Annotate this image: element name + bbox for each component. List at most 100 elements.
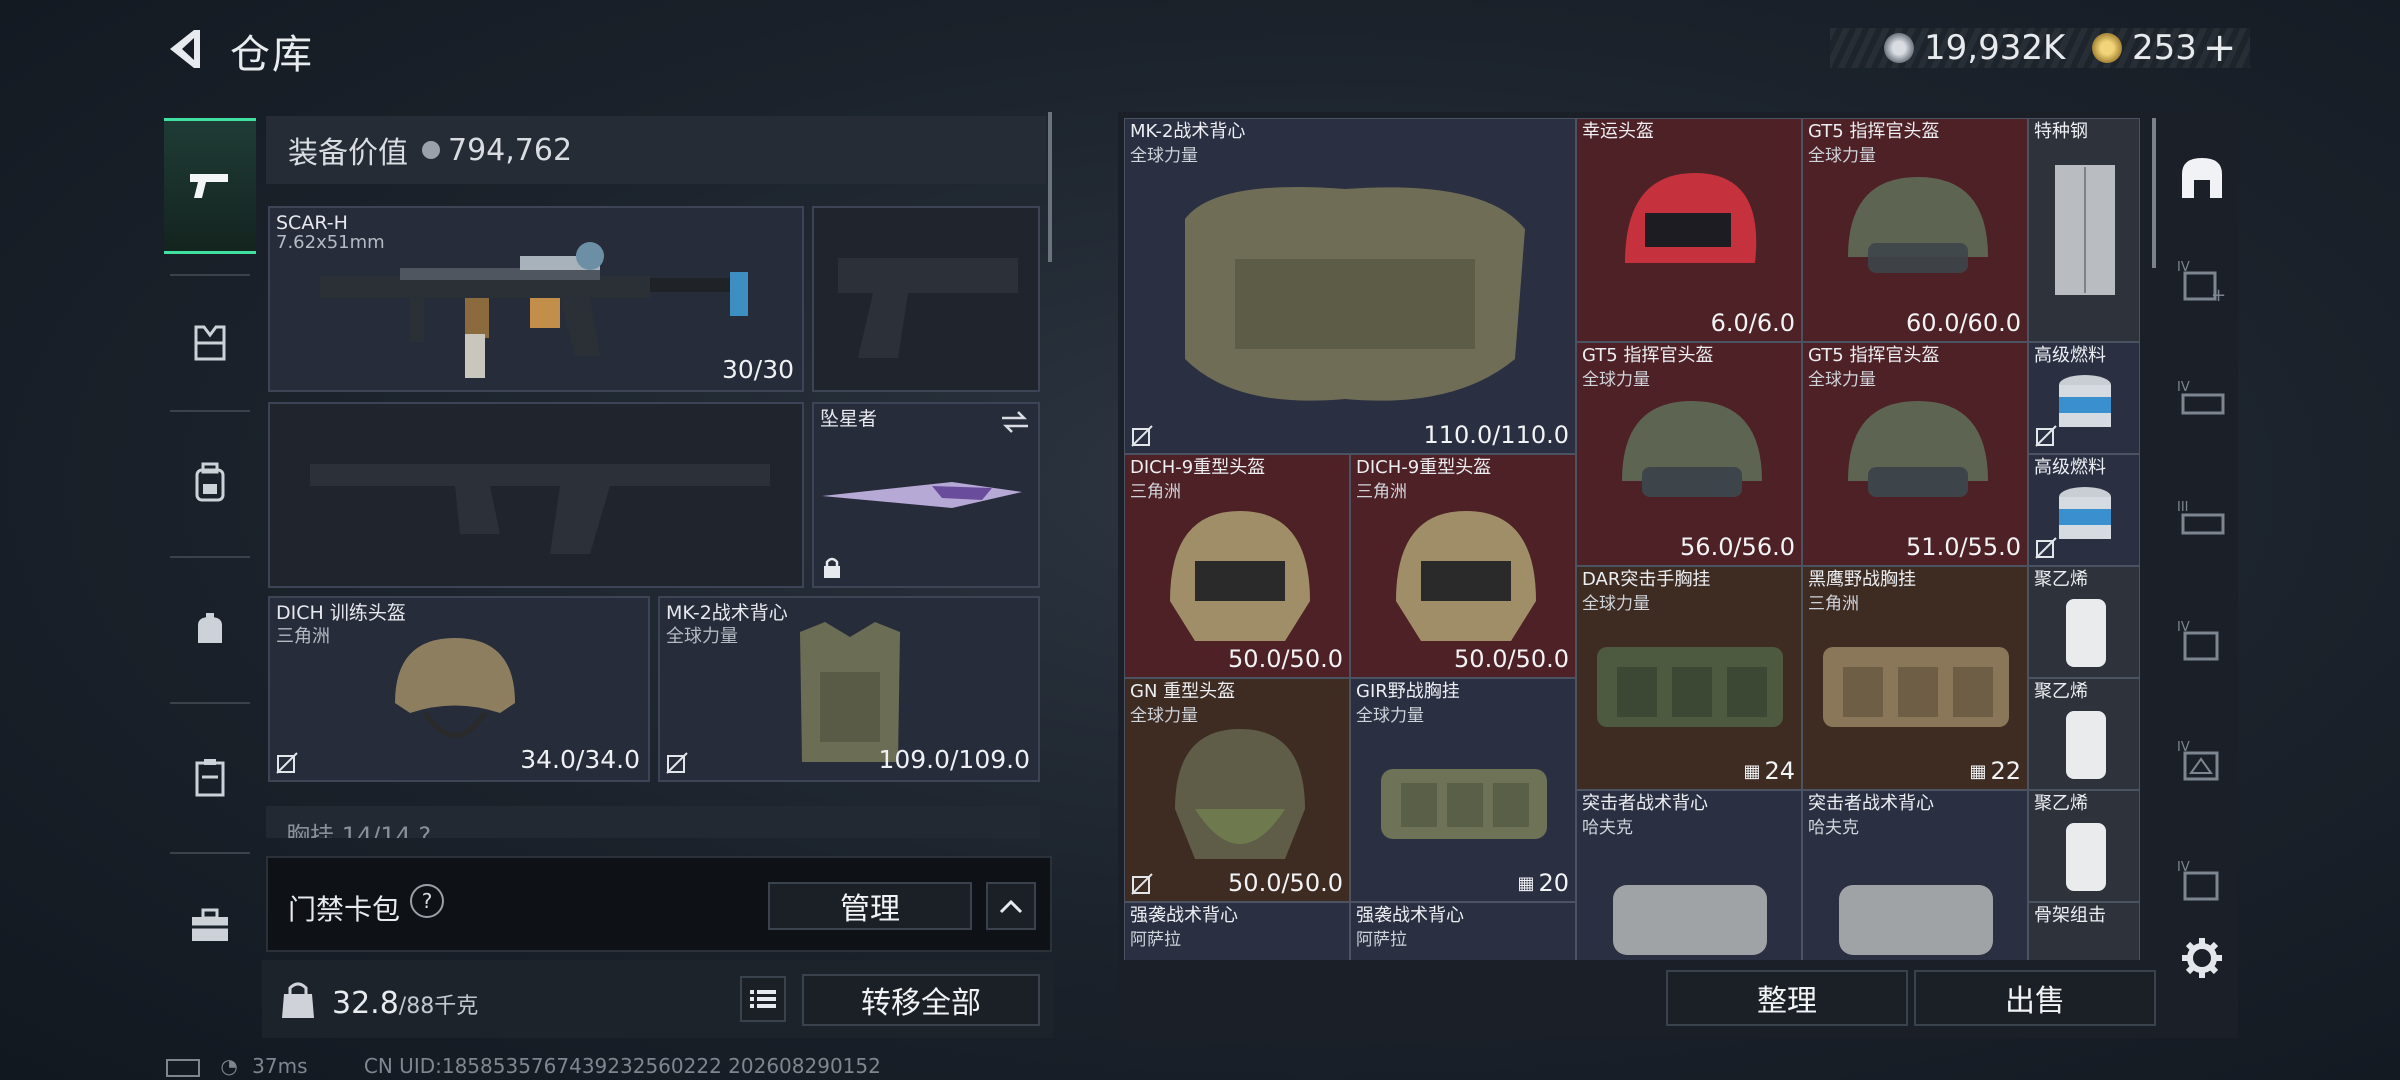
stash-item[interactable]: 强袭战术背心 阿萨拉 xyxy=(1350,902,1576,960)
slot-secondary-weapon-empty[interactable] xyxy=(268,402,804,588)
stash-item[interactable]: GT5 指挥官头盔 全球力量 51.0/55.0 xyxy=(1802,342,2028,566)
nav-backpack[interactable] xyxy=(164,418,256,548)
weight-bag-icon xyxy=(282,982,314,1018)
stash-item[interactable]: DAR突击手胸挂 全球力量 ▦ 24 xyxy=(1576,566,1802,790)
bag-icon xyxy=(198,613,222,643)
stash-item[interactable]: MK-2战术背心 全球力量 110.0/110.0 xyxy=(1124,118,1576,454)
lock-icon xyxy=(824,557,840,578)
currency-gold: 253 + xyxy=(2092,25,2237,71)
manage-button[interactable]: 管理 xyxy=(768,882,972,930)
item-durability: 60.0/60.0 xyxy=(1906,309,2021,337)
stash-page-7[interactable]: IV xyxy=(2166,830,2238,930)
case-icon xyxy=(195,759,225,797)
slot-melee[interactable]: 坠星者 xyxy=(812,402,1040,588)
stash-item[interactable]: 突击者战术背心 哈夫克 xyxy=(1802,790,2028,960)
collapse-button[interactable] xyxy=(986,882,1036,930)
category-nav xyxy=(164,108,256,1008)
tactical-vest-image xyxy=(1613,885,1767,955)
slot-primary-weapon[interactable]: SCAR-H 7.62x51mm 30/30 xyxy=(268,206,804,392)
no-drop-icon xyxy=(666,752,688,774)
chest-rig-image xyxy=(1597,647,1783,727)
item-durability: 50.0/50.0 xyxy=(1228,645,1343,673)
nav-armor[interactable] xyxy=(164,278,256,408)
equipment-value: 装备价值 794,762 xyxy=(266,116,1046,184)
gate-card-label: 门禁卡包 xyxy=(288,893,401,926)
stash-item[interactable]: DICH-9重型头盔 三角洲 50.0/50.0 xyxy=(1124,454,1350,678)
wifi-icon: ◔ xyxy=(220,1054,238,1078)
stash-item[interactable]: GT5 指挥官头盔 全球力量 56.0/56.0 xyxy=(1576,342,1802,566)
item-name: MK-2战术背心 xyxy=(1130,121,1246,142)
stash-item[interactable]: GN 重型头盔 全球力量 50.0/50.0 xyxy=(1124,678,1350,902)
item-durability: 56.0/56.0 xyxy=(1680,533,1795,561)
sort-button[interactable]: 整理 xyxy=(1666,970,1908,1026)
item-durability: 51.0/55.0 xyxy=(1906,533,2021,561)
nav-weapons[interactable] xyxy=(164,118,256,254)
slot-pistol-empty[interactable] xyxy=(812,206,1040,392)
stash-page-3[interactable]: IV xyxy=(2166,350,2238,450)
stash-item[interactable]: 高级燃料 xyxy=(2028,342,2140,454)
sell-button[interactable]: 出售 xyxy=(1914,970,2156,1026)
stash-tab-icon: IV xyxy=(2177,740,2219,781)
nav-toolbox[interactable] xyxy=(164,860,256,990)
transfer-all-button[interactable]: 转移全部 xyxy=(802,974,1040,1026)
backpack-icon xyxy=(195,462,225,502)
stash-item[interactable]: 聚乙烯 xyxy=(2028,790,2140,902)
item-name: 强袭战术背心 xyxy=(1130,905,1238,926)
slot-armor[interactable]: MK-2战术背心 全球力量 109.0/109.0 xyxy=(658,596,1040,782)
chest-rig-header[interactable]: 胸挂 14/14 ? xyxy=(266,806,1040,838)
add-currency-button[interactable]: + xyxy=(2203,25,2237,71)
koen-coin-icon xyxy=(1884,33,1914,63)
stash-tab-icon: IV xyxy=(2177,860,2219,901)
item-faction: 阿萨拉 xyxy=(1356,930,1407,950)
item-faction: 三角洲 xyxy=(1808,594,1859,614)
stash-item[interactable]: DICH-9重型头盔 三角洲 50.0/50.0 xyxy=(1350,454,1576,678)
stash-page-4[interactable]: III xyxy=(2166,470,2238,570)
stash-item[interactable]: 聚乙烯 xyxy=(2028,678,2140,790)
swap-icon[interactable] xyxy=(1000,410,1030,434)
back-arrow-icon[interactable] xyxy=(160,24,210,74)
item-slot-count: ▦ 22 xyxy=(1969,757,2021,785)
helmet-durability: 34.0/34.0 xyxy=(520,745,640,774)
equipment-value-label: 装备价值 xyxy=(288,136,408,171)
item-name: 聚乙烯 xyxy=(2034,569,2088,590)
stash-page-2[interactable]: IV + xyxy=(2166,230,2238,330)
stash-item[interactable]: 黑鹰野战胸挂 三角洲 ▦ 22 xyxy=(1802,566,2028,790)
stash-scrollbar[interactable] xyxy=(2152,118,2156,268)
stash-item[interactable]: GIR野战胸挂 全球力量 ▦ 20 xyxy=(1350,678,1576,902)
stash-item[interactable]: 特种钢 xyxy=(2028,118,2140,342)
helmet-faction: 三角洲 xyxy=(276,626,330,647)
uid-text: CN UID:1858535767439232560222 2026082901… xyxy=(363,1054,881,1078)
stash-item[interactable]: 聚乙烯 xyxy=(2028,566,2140,678)
item-durability: 50.0/50.0 xyxy=(1454,645,1569,673)
stash-item[interactable]: 高级燃料 xyxy=(2028,454,2140,566)
item-name: DICH-9重型头盔 xyxy=(1130,457,1266,478)
chest-rig-image xyxy=(1381,769,1547,839)
stash-home-icon xyxy=(2182,158,2222,198)
no-drop-icon xyxy=(2035,537,2057,559)
equipment-scrollbar[interactable] xyxy=(1048,112,1052,262)
item-durability: 50.0/50.0 xyxy=(1228,869,1343,897)
item-faction: 全球力量 xyxy=(1582,594,1650,614)
polyethylene-roll-image xyxy=(2066,711,2106,779)
stash-item[interactable]: 突击者战术背心 哈夫克 xyxy=(1576,790,1802,960)
list-view-button[interactable] xyxy=(740,976,786,1022)
chest-rig-label: 胸挂 14/14 ? xyxy=(286,822,432,838)
fuel-can-image xyxy=(2059,375,2111,427)
item-name: 幸运头盔 xyxy=(1582,121,1654,142)
nav-bag[interactable] xyxy=(164,564,256,694)
gear-icon xyxy=(2182,938,2222,978)
nav-case[interactable] xyxy=(164,712,256,842)
stash-item[interactable]: 幸运头盔 6.0/6.0 xyxy=(1576,118,1802,342)
slot-helmet[interactable]: DICH 训练头盔 三角洲 34.0/34.0 xyxy=(268,596,650,782)
polyethylene-roll-image xyxy=(2066,823,2106,891)
gate-card-help-button[interactable]: ? xyxy=(410,884,444,918)
inventory-bottom-bar: 32.8/88千克 转移全部 xyxy=(262,960,1054,1038)
stash-page-5[interactable]: IV xyxy=(2166,590,2238,690)
stash-page-main[interactable] xyxy=(2166,128,2238,228)
stash-item[interactable]: 骨架组击 xyxy=(2028,902,2140,960)
settings-button[interactable] xyxy=(2166,918,2238,998)
stash-page-6[interactable]: IV xyxy=(2166,710,2238,810)
stash-item[interactable]: GT5 指挥官头盔 全球力量 60.0/60.0 xyxy=(1802,118,2028,342)
armor-faction: 全球力量 xyxy=(666,626,738,647)
stash-item[interactable]: 强袭战术背心 阿萨拉 xyxy=(1124,902,1350,960)
